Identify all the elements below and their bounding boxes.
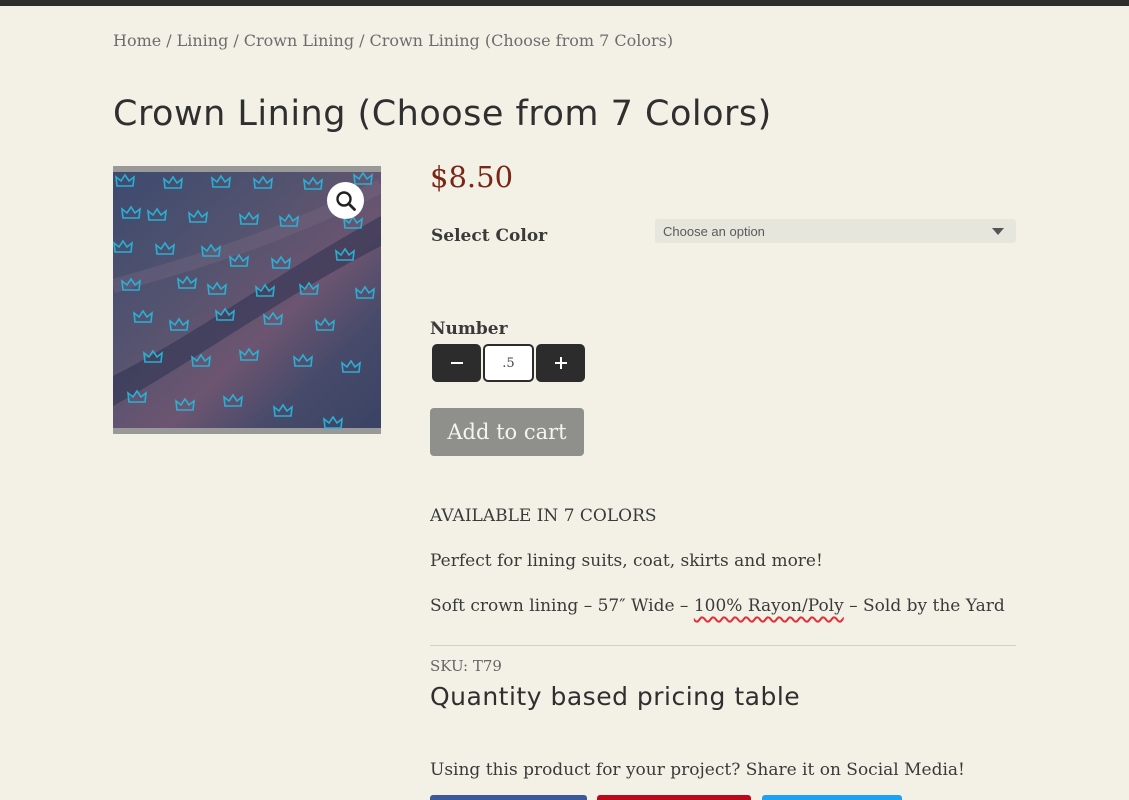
plus-icon [554,357,567,369]
divider [430,645,1016,646]
product-price: $8.50 [430,160,514,194]
share-facebook-button[interactable] [430,795,587,800]
breadcrumb-current: Crown Lining (Choose from 7 Colors) [369,31,674,50]
top-navigation-bar [0,0,1129,6]
add-to-cart-button[interactable]: Add to cart [430,408,584,456]
description-usage: Perfect for lining suits, coat, skirts a… [430,551,823,571]
color-select-value: Choose an option [663,223,765,239]
breadcrumb-separator: / [166,31,172,50]
minus-icon [450,362,463,364]
breadcrumb-separator: / [359,31,365,50]
share-twitter-button[interactable] [762,795,902,800]
quantity-decrease-button[interactable] [432,344,481,382]
share-pinterest-button[interactable] [597,795,751,800]
select-color-label: Select Color [431,226,548,246]
description-specs-end: – Sold by the Yard [843,596,1005,616]
breadcrumb-separator: / [233,31,239,50]
quantity-label: Number [430,319,508,339]
description-specs: Soft crown lining – 57″ Wide – 100% Rayo… [430,596,1005,616]
magnifier-icon [335,190,356,211]
chevron-down-icon [992,227,1004,235]
quantity-input[interactable] [483,344,534,382]
breadcrumb: Home / Lining / Crown Lining / Crown Lining (C… [113,31,673,50]
share-prompt: Using this product for your project? Sha… [430,760,965,780]
pricing-table-heading: Quantity based pricing table [430,682,801,711]
page-title: Crown Lining (Choose from 7 Colors) [113,94,772,134]
quantity-increase-button[interactable] [536,344,585,382]
color-select[interactable]: Choose an option [655,219,1016,243]
breadcrumb-link-crown-lining[interactable]: Crown Lining [244,31,354,50]
breadcrumb-link-home[interactable]: Home [113,31,161,50]
description-availability: AVAILABLE IN 7 COLORS [430,506,657,526]
product-sku: SKU: T79 [430,657,502,675]
description-specs-start: Soft crown lining – 57″ Wide – [430,596,694,616]
zoom-button[interactable] [327,182,364,219]
breadcrumb-link-lining[interactable]: Lining [177,31,229,50]
description-specs-material: 100% Rayon/Poly [693,596,844,616]
